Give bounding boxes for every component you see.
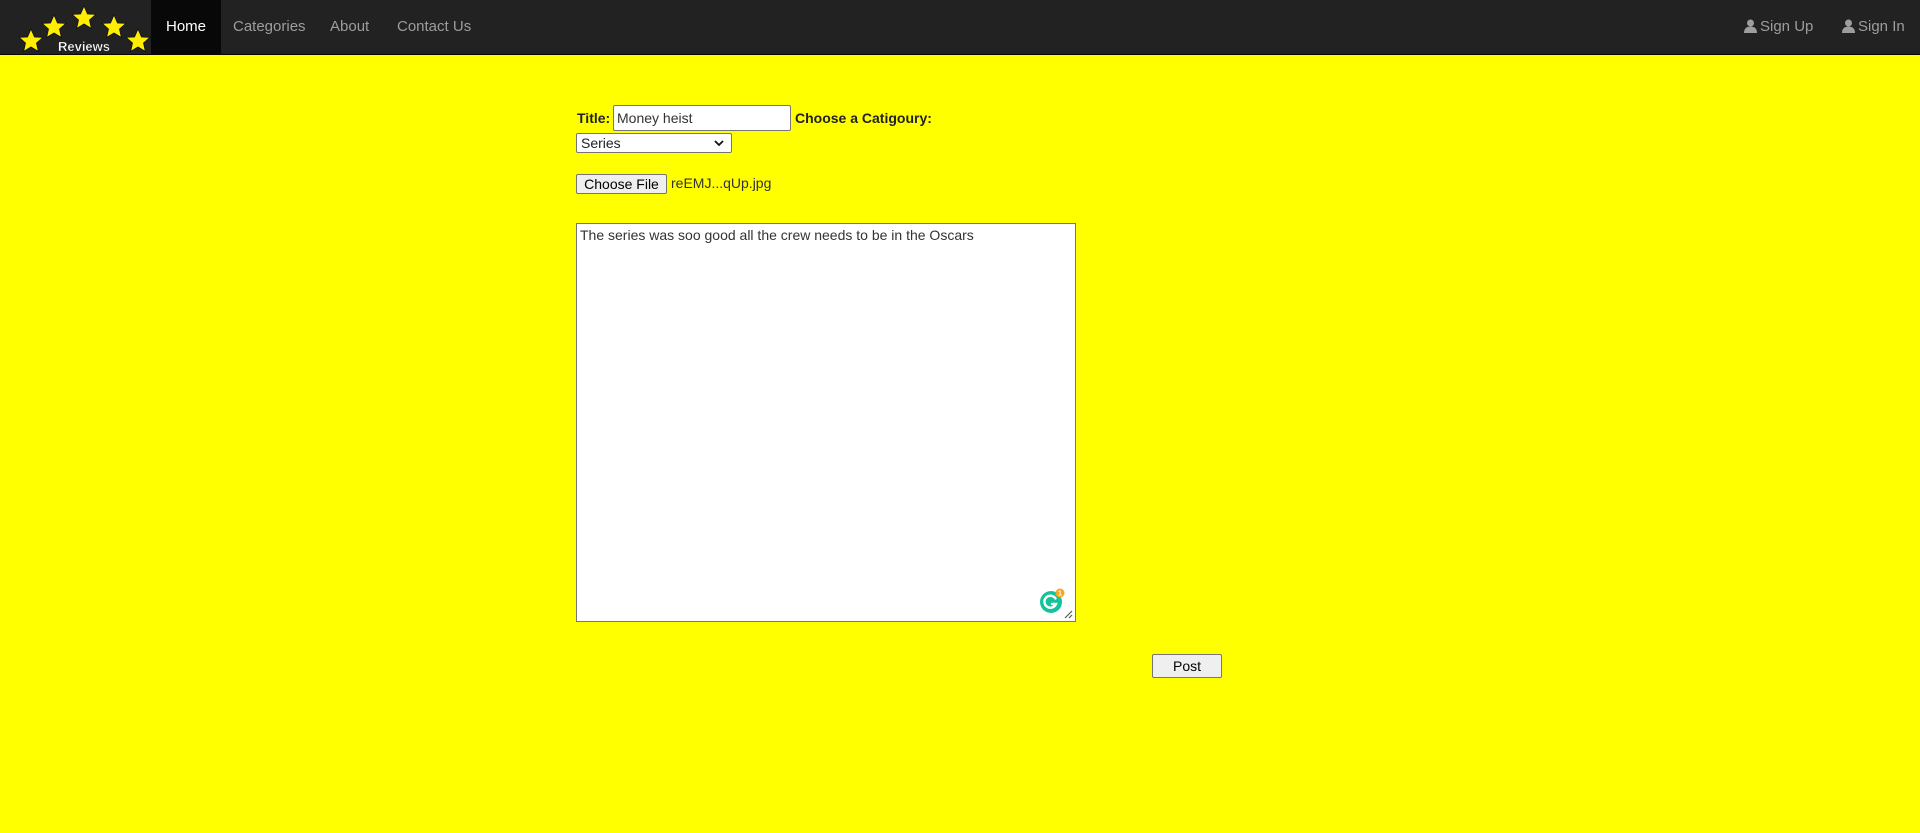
- signin-link[interactable]: Sign In: [1842, 0, 1905, 54]
- reviews-logo[interactable]: Reviews: [14, 2, 154, 54]
- signup-link[interactable]: Sign Up: [1744, 0, 1813, 54]
- signup-label: Sign Up: [1760, 18, 1814, 35]
- star-icon: [71, 5, 97, 29]
- grammarly-icon[interactable]: 1: [1039, 588, 1065, 614]
- star-icon: [18, 28, 44, 52]
- nav-home[interactable]: Home: [151, 0, 222, 54]
- top-navbar: Reviews Home Categories About Contact Us…: [0, 0, 1920, 55]
- signin-label: Sign In: [1858, 18, 1905, 35]
- nav-categories[interactable]: Categories: [233, 0, 306, 54]
- nav-contact-us[interactable]: Contact Us: [397, 0, 471, 54]
- user-icon: [1842, 19, 1855, 33]
- category-selected-value: Series: [581, 135, 621, 151]
- star-icon: [125, 28, 151, 52]
- star-icon: [101, 14, 127, 38]
- star-icon: [41, 14, 67, 38]
- review-textarea[interactable]: The series was soo good all the crew nee…: [576, 223, 1076, 622]
- category-select[interactable]: Series: [576, 133, 732, 153]
- review-text: The series was soo good all the crew nee…: [580, 227, 974, 243]
- user-icon: [1744, 19, 1757, 33]
- title-input[interactable]: [613, 105, 791, 131]
- resize-handle-icon[interactable]: [1063, 609, 1073, 619]
- nav-about[interactable]: About: [330, 0, 369, 54]
- file-name: reEMJ...qUp.jpg: [671, 175, 772, 191]
- title-label: Title:: [577, 110, 611, 126]
- chevron-down-icon: [714, 140, 724, 147]
- grammarly-badge: 1: [1058, 591, 1062, 598]
- choose-file-button[interactable]: Choose File: [576, 174, 667, 194]
- logo-text: Reviews: [58, 39, 110, 54]
- category-label: Choose a Catigoury:: [795, 110, 932, 126]
- post-button[interactable]: Post: [1152, 654, 1222, 678]
